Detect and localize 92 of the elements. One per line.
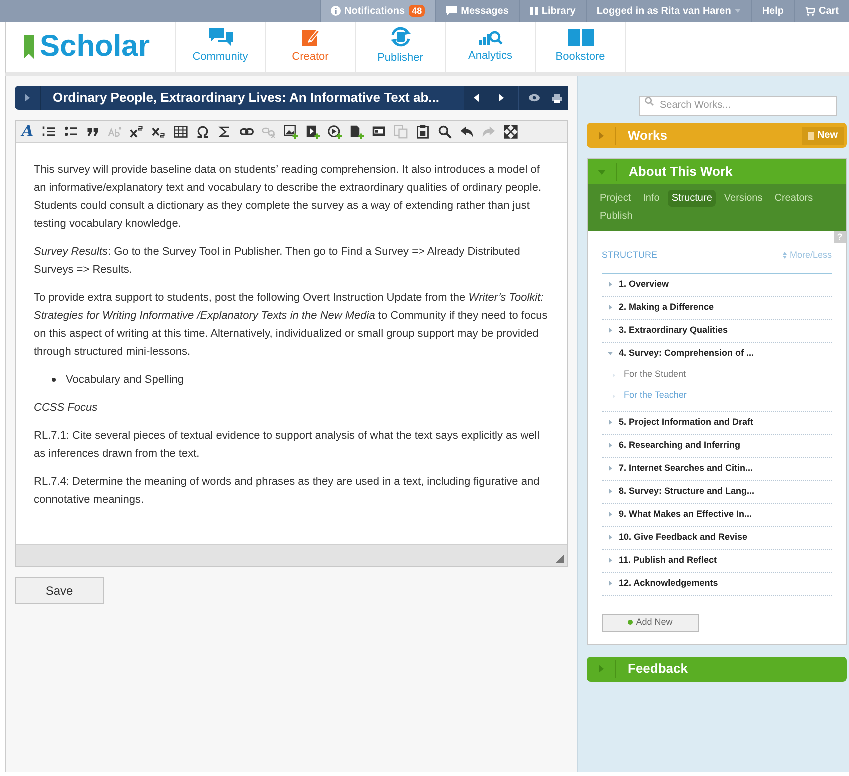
top-bar-link[interactable]: Notifications 48 — [320, 0, 436, 22]
cycle-arrows-icon — [390, 27, 412, 48]
clipboard-icon[interactable] — [416, 124, 430, 138]
nav-tab[interactable]: Analytics — [446, 22, 536, 72]
list-item: Vocabulary and Spelling — [66, 373, 184, 388]
tab[interactable]: Structure — [668, 190, 716, 207]
sort-icon — [782, 252, 787, 260]
dropdown-caret-icon — [735, 9, 742, 13]
play-add-icon[interactable] — [328, 124, 342, 138]
media-icon[interactable] — [372, 124, 386, 138]
tab[interactable]: Creators — [770, 190, 818, 207]
structure-item[interactable]: 7. Internet Searches and Citin... — [619, 462, 754, 476]
font-button[interactable]: A — [22, 124, 34, 139]
pencil-pad-icon — [302, 28, 320, 46]
structure-item[interactable]: 5. Project Information and Draft — [619, 416, 754, 430]
next-icon[interactable] — [499, 94, 504, 102]
structure-subitem[interactable]: For the Student — [624, 368, 686, 382]
top-bar-link[interactable]: Messages — [435, 0, 519, 22]
tab[interactable]: Project — [596, 190, 636, 207]
image-add-icon[interactable] — [284, 124, 298, 138]
video-add-icon[interactable] — [306, 124, 320, 138]
file-add-icon[interactable] — [350, 124, 364, 138]
structure-item[interactable]: 8. Survey: Structure and Lang... — [619, 484, 755, 498]
structure-item[interactable]: 3. Extraordinary Qualities — [619, 324, 728, 338]
works-header[interactable]: Works New — [587, 123, 847, 148]
bookmark-icon — [24, 35, 34, 59]
sigma-icon[interactable] — [218, 124, 232, 138]
nav-tab[interactable]: Creator — [266, 22, 356, 72]
cart-icon — [804, 6, 815, 16]
paragraph: Survey Results: Go to the Survey Tool in Publisher. Then go to Find a Survey => Already Distributed Surveys => Results. — [34, 245, 522, 278]
panel-title: About This Work — [628, 162, 734, 181]
eye-icon[interactable] — [529, 94, 540, 102]
section-heading: STRUCTURE — [602, 249, 658, 262]
help-button[interactable]: ? — [834, 231, 846, 243]
paragraph: RL.7.1: Cite several pieces of textual evidence to support analysis of what the text says explicitly as well as inferences drawn from the text. — [34, 429, 541, 462]
top-bar-link[interactable]: Help — [751, 0, 794, 22]
search-field[interactable]: Search Works... — [639, 96, 837, 116]
superscript-icon[interactable] — [130, 124, 144, 138]
section-label: CCSS Focus — [34, 401, 99, 416]
omega-icon[interactable] — [196, 124, 210, 138]
document-icon — [808, 132, 814, 140]
panel-title: Feedback — [627, 660, 689, 678]
bulleted-list-icon[interactable] — [64, 124, 78, 138]
search-icon[interactable] — [438, 124, 452, 138]
feedback-header[interactable]: Feedback — [587, 656, 847, 682]
structure-item[interactable]: 9. What Makes an Effective In... — [619, 508, 752, 522]
plus-dot-icon — [628, 620, 634, 625]
notification-badge: 48 — [409, 5, 426, 17]
books-icon — [530, 7, 538, 15]
print-icon[interactable] — [552, 94, 562, 102]
search-icon — [645, 97, 654, 106]
structure-item[interactable]: 4. Survey: Comprehension of ... — [619, 346, 754, 360]
panel-title: Works — [627, 126, 668, 145]
tab[interactable]: Versions — [720, 190, 767, 207]
top-bar-link[interactable]: Cart — [794, 0, 849, 22]
save-button[interactable]: Save — [15, 577, 104, 604]
top-bar-link[interactable]: Library — [518, 0, 586, 22]
numbered-list-icon[interactable] — [42, 124, 56, 138]
expand-icon[interactable] — [25, 94, 30, 102]
speech-bubble-icon — [446, 6, 458, 16]
new-button[interactable]: New — [802, 126, 844, 144]
info-icon — [330, 6, 341, 16]
add-new-button[interactable]: Add New — [602, 614, 699, 632]
top-bar-link[interactable]: Logged in as Rita van Haren — [586, 0, 752, 22]
bullet-icon — [52, 378, 56, 382]
table-icon[interactable] — [174, 124, 188, 138]
resize-handle-icon[interactable] — [556, 555, 564, 563]
paragraph: This survey will provide baseline data on students’ reading comprehension. It also introduces a model of an informative/explanatory text and vocabulary to describe the extraordinary qualities of ordinary people. Students could consult a dictionary as they complete the survey as a way of extending rather than just testing vocabulary knowledge. — [34, 163, 543, 232]
structure-item[interactable]: 11. Publish and Reflect — [619, 554, 718, 568]
more-less-link[interactable]: More/Less — [782, 249, 832, 262]
open-book-icon — [568, 28, 594, 46]
structure-item[interactable]: 2. Making a Difference — [619, 300, 714, 314]
structure-subitem[interactable]: For the Teacher — [624, 389, 687, 403]
chat-bubbles-icon — [208, 28, 232, 46]
structure-item[interactable]: 6. Researching and Inferring — [619, 438, 741, 452]
nav-tab[interactable]: Community — [176, 22, 266, 72]
tab[interactable]: Info — [639, 190, 664, 207]
nav-tab[interactable]: Publisher — [356, 22, 446, 72]
paragraph: RL.7.4: Determine the meaning of words and phrases as they are used in a text, including figurative and connotative meanings. — [34, 475, 541, 508]
document-title: Ordinary People, Extraordinary Lives: An Informative Text ab... — [52, 89, 440, 108]
structure-item[interactable]: 10. Give Feedback and Revise — [619, 530, 748, 544]
about-header[interactable]: About This Work — [588, 159, 846, 184]
undo-icon[interactable] — [460, 124, 474, 138]
fullscreen-icon[interactable] — [504, 124, 518, 138]
previous-icon[interactable] — [474, 94, 479, 102]
logo[interactable]: Scholar — [40, 32, 150, 62]
paragraph: To provide extra support to students, post the following Overt Instruction Update from the Writer’s Toolkit: Strategies for Writing Informative /Explanatory Texts in the New Media to Community if they need to focus on this aspect of writing at this time. Alternatively, individualized or small group support may be provided through structured mini-lessons. — [34, 291, 549, 360]
tab[interactable]: Publish — [596, 208, 637, 225]
bar-chart-magnifier-icon — [478, 29, 502, 46]
structure-item[interactable]: 12. Acknowledgements — [619, 576, 718, 590]
nav-tab[interactable]: Bookstore — [536, 22, 626, 72]
structure-item[interactable]: 1. Overview — [619, 278, 670, 292]
